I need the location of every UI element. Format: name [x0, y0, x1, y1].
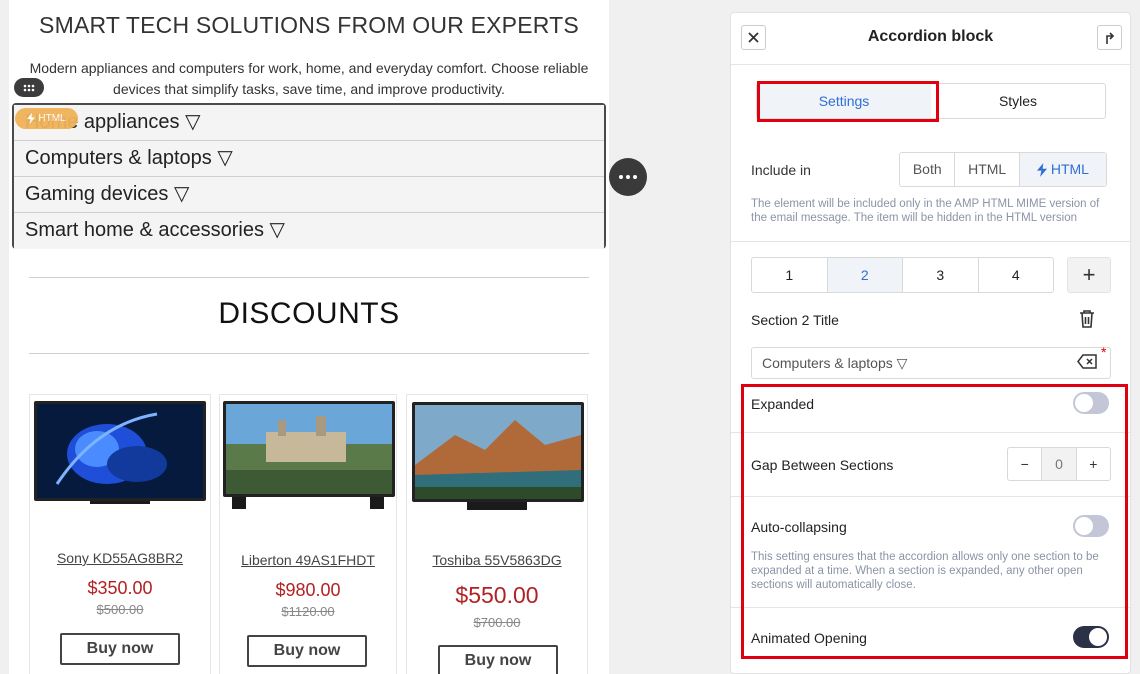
product-price: $980.00: [275, 580, 341, 600]
product-old-price: $1120.00: [281, 604, 335, 619]
section-title-label: Section 2 Title: [751, 312, 839, 328]
more-options-button[interactable]: [609, 158, 647, 196]
include-amp-option[interactable]: HTML: [1019, 153, 1106, 186]
required-marker: *: [1101, 344, 1107, 360]
product-price: $350.00: [87, 578, 153, 598]
section-4-button[interactable]: 4: [979, 258, 1054, 292]
collapse-panel-button[interactable]: [1097, 25, 1122, 50]
clear-input-icon[interactable]: [1077, 354, 1097, 374]
accordion-block[interactable]: Home appliances ▽ Computers & laptops ▽ …: [12, 103, 606, 249]
arrow-return-icon: [1105, 31, 1114, 44]
section-3-button[interactable]: 3: [903, 258, 979, 292]
divider: [731, 241, 1130, 242]
divider: [29, 277, 589, 278]
email-canvas: SMART TECH SOLUTIONS FROM OUR EXPERTS Mo…: [9, 0, 609, 674]
buy-now-button[interactable]: Buy now: [60, 633, 180, 665]
options-highlight: [741, 384, 1128, 659]
panel-header: Accordion block: [731, 13, 1130, 65]
include-html-option[interactable]: HTML: [955, 153, 1020, 186]
section-1-button[interactable]: 1: [752, 258, 828, 292]
product-image: [412, 402, 584, 502]
tv-stand: [90, 501, 150, 504]
product-image: [223, 401, 395, 497]
accordion-section[interactable]: Home appliances ▽: [14, 105, 604, 141]
product-old-price: $700.00: [473, 615, 521, 630]
product-price: $550.00: [455, 582, 539, 608]
settings-tab-highlight: [757, 81, 939, 122]
product-card: Liberton 49AS1FHDT $980.00 $1120.00 Buy …: [219, 394, 397, 674]
discounts-title: DISCOUNTS: [218, 297, 400, 330]
dot-icon: [626, 175, 630, 179]
product-name-link[interactable]: Liberton 49AS1FHDT: [220, 552, 396, 568]
include-in-note: The element will be included only in the…: [751, 198, 1100, 224]
include-amp-label: HTML: [1050, 161, 1089, 177]
include-in-label: Include in: [751, 162, 811, 178]
tab-styles[interactable]: Styles: [931, 84, 1105, 118]
tv-stand: [370, 497, 384, 509]
section-selector: 1 2 3 4: [751, 257, 1054, 293]
product-card: Toshiba 55V5863DG $550.00 $700.00 Buy no…: [406, 394, 588, 674]
hero-description: Modern appliances and computers for work…: [29, 60, 589, 97]
lightning-icon: [27, 113, 36, 124]
amp-html-badge-label: HTML: [38, 113, 66, 124]
dot-icon: [619, 175, 623, 179]
add-section-button[interactable]: +: [1067, 257, 1111, 293]
product-image: [34, 401, 206, 501]
product-name-link[interactable]: Toshiba 55V5863DG: [407, 552, 587, 568]
tv-stand: [467, 502, 527, 510]
product-old-price: $500.00: [96, 602, 144, 617]
hero-title: SMART TECH SOLUTIONS FROM OUR EXPERTS: [39, 12, 579, 38]
buy-now-button[interactable]: Buy now: [438, 645, 558, 674]
lightning-icon: [1036, 162, 1047, 177]
product-card: Sony KD55AG8BR2 $350.00 $500.00 Buy now: [29, 394, 211, 674]
section-title-input[interactable]: Computers & laptops ▽: [751, 347, 1111, 379]
accordion-section[interactable]: Gaming devices ▽: [14, 177, 604, 213]
trash-icon[interactable]: [1078, 309, 1096, 334]
buy-now-button[interactable]: Buy now: [247, 635, 367, 667]
amp-html-badge: HTML: [15, 108, 78, 129]
include-in-selector: Both HTML HTML: [899, 152, 1107, 187]
drag-handle-icon[interactable]: [14, 78, 44, 97]
dot-icon: [633, 175, 637, 179]
section-2-button[interactable]: 2: [827, 258, 903, 292]
include-both-option[interactable]: Both: [900, 153, 956, 186]
divider: [29, 353, 589, 354]
product-name-link[interactable]: Sony KD55AG8BR2: [30, 550, 210, 566]
accordion-section[interactable]: Computers & laptops ▽: [14, 141, 604, 177]
tv-stand: [232, 497, 246, 509]
accordion-section[interactable]: Smart home & accessories ▽: [14, 213, 604, 249]
panel-title: Accordion block: [867, 28, 994, 45]
